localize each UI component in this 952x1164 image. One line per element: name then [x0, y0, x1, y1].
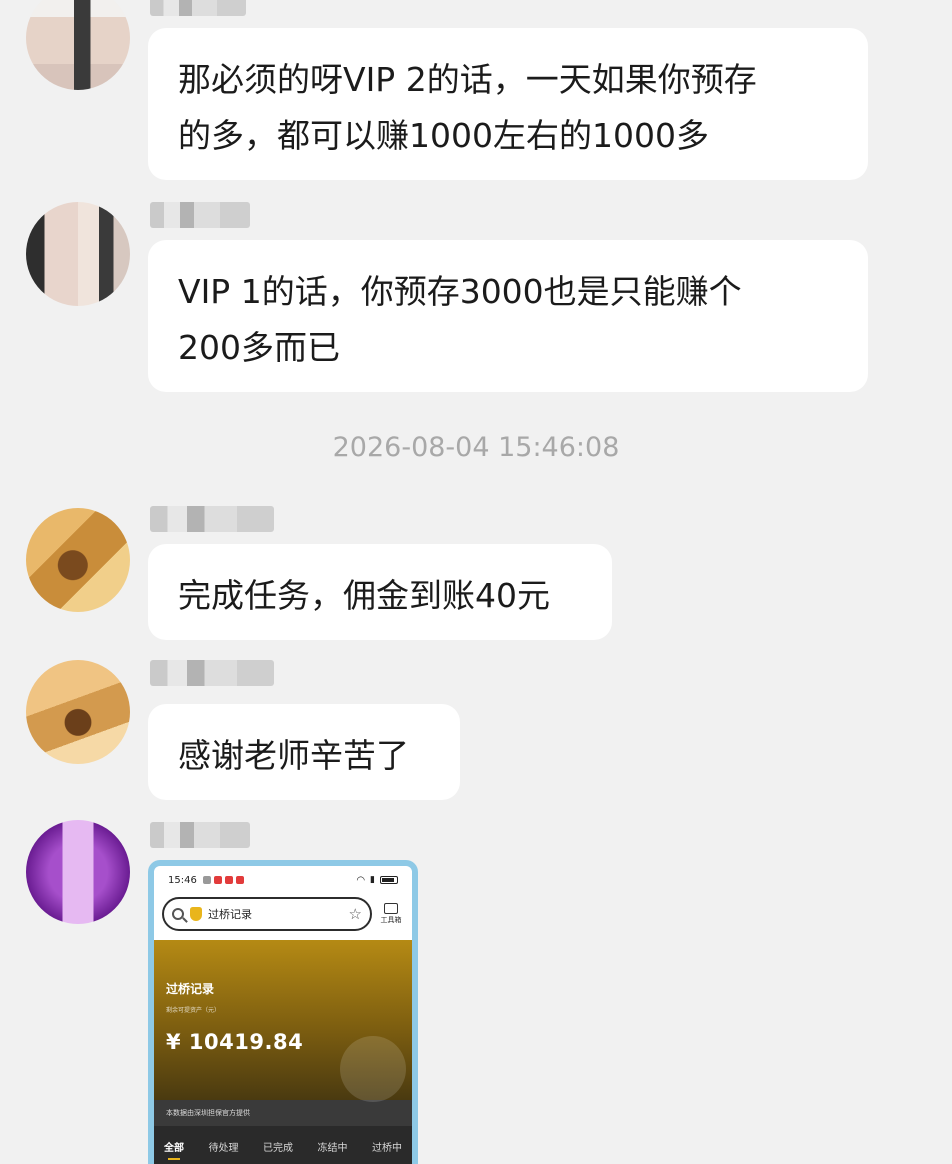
- wifi-icon: ◠: [356, 874, 366, 886]
- panel-subtitle: 剩余可提资产（元）: [166, 1007, 221, 1014]
- search-query: 过桥记录: [208, 908, 252, 921]
- avatar[interactable]: [26, 660, 130, 764]
- tab-completed[interactable]: 已完成: [263, 1139, 293, 1154]
- message-line: 的多，都可以赚1000左右的1000多: [178, 116, 709, 155]
- shield-icon: [190, 907, 202, 921]
- image-message[interactable]: 15:46 ◠ ▮ 过桥记录 ☆ 工具箱 过桥记录 剩余可提资产（元） ¥ 10…: [148, 860, 418, 1164]
- phone-status-bar: 15:46 ◠ ▮: [154, 866, 412, 894]
- message-bubble[interactable]: 感谢老师辛苦了: [148, 704, 460, 800]
- avatar[interactable]: [26, 0, 130, 90]
- balance-panel: 过桥记录 剩余可提资产（元） ¥ 10419.84: [154, 940, 412, 1102]
- toolbox-label: 工具箱: [380, 916, 402, 924]
- tab-bridging[interactable]: 过桥中: [372, 1139, 402, 1154]
- sender-name-blurred: [150, 202, 250, 228]
- message-line: 200多而已: [178, 328, 340, 367]
- panel-title: 过桥记录: [166, 982, 215, 996]
- signal-icon: ▮: [370, 875, 375, 885]
- message-bubble[interactable]: VIP 1的话，你预存3000也是只能赚个 200多而已: [148, 240, 868, 392]
- sender-name-blurred: [150, 0, 246, 16]
- battery-icon: [380, 876, 398, 884]
- tab-all[interactable]: 全部: [164, 1139, 184, 1160]
- chat-timestamp: 2026-08-04 15:46:08: [332, 432, 620, 463]
- message-line: VIP 1的话，你预存3000也是只能赚个: [178, 272, 742, 311]
- avatar[interactable]: [26, 820, 130, 924]
- message-line: 那必须的呀VIP 2的话，一天如果你预存: [178, 60, 757, 99]
- toolbox-button[interactable]: 工具箱: [378, 903, 404, 925]
- star-icon[interactable]: ☆: [349, 905, 362, 923]
- message-line: 感谢老师辛苦了: [178, 736, 409, 775]
- sender-name-blurred: [150, 822, 250, 848]
- sender-name-blurred: [150, 506, 274, 532]
- message-line: 完成任务，佣金到账40元: [178, 576, 550, 615]
- message-bubble[interactable]: 那必须的呀VIP 2的话，一天如果你预存 的多，都可以赚1000左右的1000多: [148, 28, 868, 180]
- toolbox-icon: [384, 903, 398, 914]
- search-bar[interactable]: 过桥记录 ☆: [162, 897, 372, 931]
- decorative-circle: [340, 1036, 406, 1102]
- status-time: 15:46: [168, 874, 197, 886]
- tab-frozen[interactable]: 冻结中: [318, 1139, 348, 1154]
- avatar[interactable]: [26, 202, 130, 306]
- sender-name-blurred: [150, 660, 274, 686]
- tab-pending[interactable]: 待处理: [209, 1139, 239, 1154]
- message-bubble[interactable]: 完成任务，佣金到账40元: [148, 544, 612, 640]
- record-tabs: 全部 待处理 已完成 冻结中 过桥中: [154, 1126, 412, 1164]
- data-notice: 本数据由深圳担保官方提供: [154, 1100, 412, 1126]
- search-icon: [172, 908, 184, 920]
- notification-icons: [202, 876, 244, 884]
- avatar[interactable]: [26, 508, 130, 612]
